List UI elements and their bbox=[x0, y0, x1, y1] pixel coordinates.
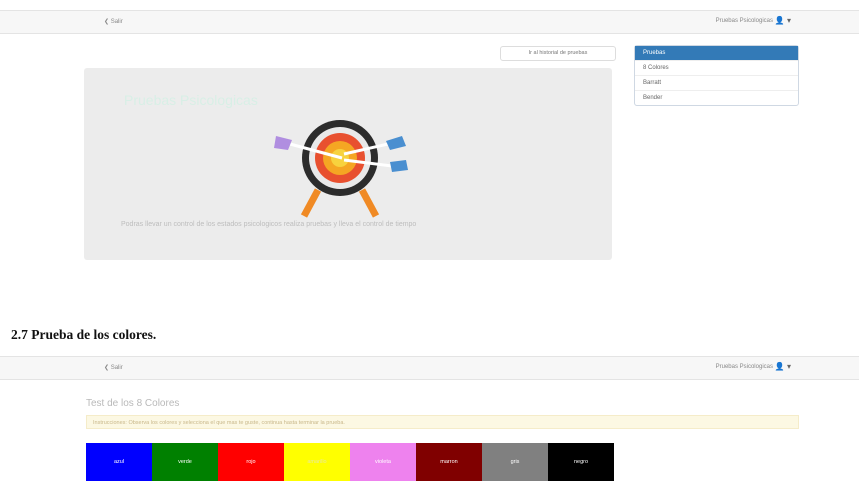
target-stand-left bbox=[300, 188, 322, 218]
nav-back-label: Salir bbox=[110, 19, 123, 25]
color-swatch-negro[interactable]: negro bbox=[548, 443, 614, 481]
swatch-label: negro bbox=[573, 459, 589, 465]
swatch-label: marron bbox=[440, 459, 458, 465]
swatch-label: violeta bbox=[375, 459, 391, 465]
nav-back-link[interactable]: ❮ Salir bbox=[104, 364, 123, 371]
color-swatch-rojo[interactable]: rojo bbox=[218, 443, 284, 481]
swatch-label: rojo bbox=[246, 459, 256, 465]
swatch-label: gris bbox=[510, 459, 520, 465]
color-swatch-violeta[interactable]: violeta bbox=[350, 443, 416, 481]
arrow-left-feather bbox=[274, 136, 292, 150]
instructions-alert: Instrucciones: Observa los colores y sel… bbox=[86, 415, 799, 429]
color-swatch-azul[interactable]: azul bbox=[86, 443, 152, 481]
history-button[interactable]: Ir al historial de pruebas bbox=[500, 46, 616, 61]
jumbotron: Pruebas Psicologicas Podras llevar un co… bbox=[84, 68, 612, 260]
test-title: Test de los 8 Colores bbox=[86, 398, 180, 409]
archery-target-icon bbox=[274, 120, 408, 218]
nav-user-link[interactable]: Pruebas Psicologicas bbox=[716, 364, 773, 370]
top-navbar: ❮ Salir Pruebas Psicologicas 👤 ▾ bbox=[0, 10, 859, 34]
color-swatches: azul verde rojo amarillo violeta marron … bbox=[86, 443, 614, 481]
swatch-label: verde bbox=[178, 459, 192, 465]
nav-back-label: Salir bbox=[110, 365, 123, 371]
nav-back-link[interactable]: ❮ Salir bbox=[104, 18, 123, 25]
arrow-right-bottom-feather bbox=[390, 160, 408, 172]
arrow-right-top-feather bbox=[386, 136, 406, 150]
tests-panel-title: Pruebas bbox=[635, 46, 798, 60]
tests-panel-item[interactable]: Barratt bbox=[635, 75, 798, 90]
color-swatch-marron[interactable]: marron bbox=[416, 443, 482, 481]
section-heading: 2.7 Prueba de los colores. bbox=[11, 327, 157, 342]
nav-user-link[interactable]: Pruebas Psicologicas bbox=[716, 18, 773, 24]
swatch-label: azul bbox=[113, 459, 125, 465]
color-swatch-verde[interactable]: verde bbox=[152, 443, 218, 481]
user-icon[interactable]: 👤 ▾ bbox=[775, 362, 791, 371]
color-swatch-amarillo[interactable]: amarillo bbox=[284, 443, 350, 481]
color-swatch-gris[interactable]: gris bbox=[482, 443, 548, 481]
tests-panel: Pruebas 8 Colores Barratt Bender bbox=[634, 45, 799, 106]
tests-panel-item[interactable]: Bender bbox=[635, 90, 798, 105]
user-icon[interactable]: 👤 ▾ bbox=[775, 16, 791, 25]
tests-panel-item[interactable]: 8 Colores bbox=[635, 60, 798, 75]
swatch-label: amarillo bbox=[307, 459, 327, 465]
jumbotron-description: Podras llevar un control de los estados … bbox=[121, 221, 417, 228]
target-stand-right bbox=[358, 188, 380, 218]
top-navbar-2: ❮ Salir Pruebas Psicologicas 👤 ▾ bbox=[0, 356, 859, 380]
jumbotron-title: Pruebas Psicologicas bbox=[124, 92, 258, 108]
